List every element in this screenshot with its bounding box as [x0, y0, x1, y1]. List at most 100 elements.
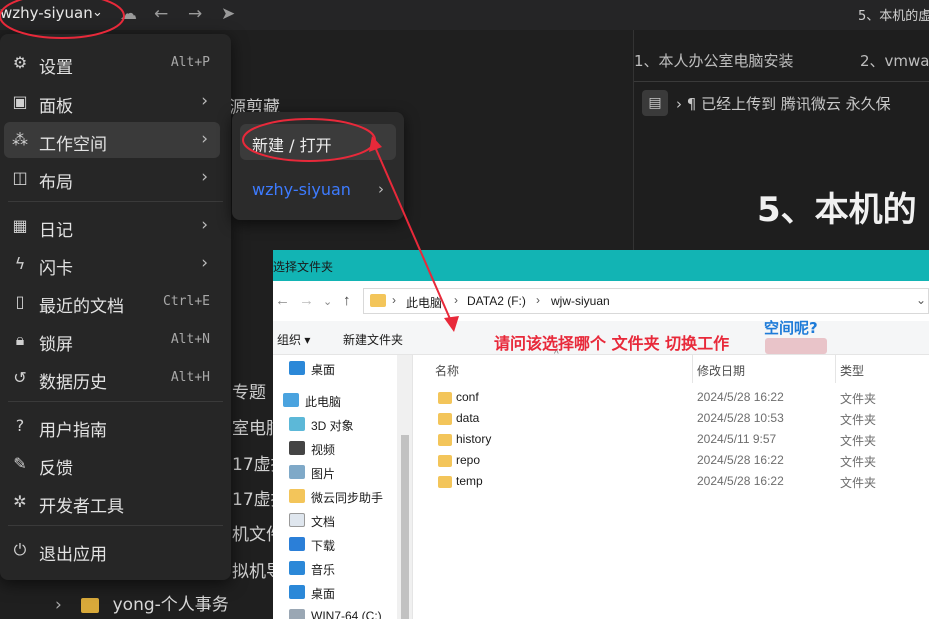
folder-icon — [438, 413, 452, 425]
chevron-right-icon: › — [201, 91, 208, 111]
tree-item-text: 专题 — [232, 383, 266, 403]
file-name: repo — [456, 453, 481, 467]
gear-icon: ⚙ — [12, 53, 28, 72]
main-menu: ⚙ 设置 Alt+P ▣ 面板 › ⁂ 工作空间 › ◫ 布局 › ▦ 日记 ›… — [0, 34, 231, 580]
bug-icon: ✲ — [13, 492, 27, 511]
menu-item-lock-screen[interactable]: 🔒︎ 锁屏 Alt+N — [4, 322, 220, 358]
annotation-question: 请问该选择哪个 文件夹 切换工作 — [494, 334, 730, 353]
nav-scrollbar-thumb[interactable] — [401, 435, 409, 619]
menu-item-flashcard[interactable]: ϟ 闪卡 › — [4, 246, 220, 282]
workspace-icon: ⁂ — [12, 130, 28, 149]
cube-icon — [289, 417, 305, 431]
dialog-title-bar: 选择文件夹 — [273, 250, 929, 281]
folder-icon — [289, 489, 305, 503]
chevron-right-icon[interactable]: › — [55, 595, 62, 615]
file-list: ^ 名称 修改日期 类型 conf 2024/5/28 16:22 文件夹 da… — [414, 349, 929, 619]
menu-item-recent-docs[interactable]: ▯ 最近的文档 Ctrl+E — [4, 284, 220, 320]
column-divider[interactable] — [835, 355, 836, 383]
new-open-workspace-button[interactable]: 新建 / 打开 — [240, 124, 396, 160]
menu-item-dev-tools[interactable]: ✲ 开发者工具 — [4, 484, 220, 520]
music-icon — [289, 561, 305, 575]
menu-item-label: 反馈 — [39, 459, 73, 479]
up-icon[interactable]: ↑ — [343, 292, 351, 309]
chevron-right-icon: › — [378, 180, 384, 198]
file-name: history — [456, 432, 492, 446]
chevron-right-icon: › — [201, 167, 208, 187]
chevron-right-icon: › — [392, 293, 396, 307]
send-icon[interactable]: ➤ — [221, 4, 235, 24]
nav-item-label: 文档 — [311, 515, 336, 529]
menu-item-data-history[interactable]: ↺ 数据历史 Alt+H — [4, 360, 220, 396]
folder-icon — [438, 392, 452, 404]
dialog-nav-bar: ← → ⌄ ↑ › 此电脑 › DATA2 (F:) › wjw-siyuan … — [273, 281, 929, 321]
chevron-right-icon: › — [454, 293, 458, 307]
new-folder-button[interactable]: 新建文件夹 — [343, 331, 403, 348]
workspace-name[interactable]: wzhy-siyuan — [0, 4, 93, 22]
file-name: conf — [456, 390, 479, 404]
file-row[interactable]: repo 2024/5/28 16:22 文件夹 — [434, 450, 914, 471]
file-date: 2024/5/28 16:22 — [697, 390, 784, 404]
calendar-icon: ▦ — [12, 216, 28, 235]
address-bar[interactable]: › 此电脑 › DATA2 (F:) › wjw-siyuan ⌄ — [363, 288, 929, 314]
path-segment[interactable]: 此电脑 — [406, 294, 442, 311]
lock-icon: 🔒︎ — [15, 330, 25, 349]
menu-item-panel[interactable]: ▣ 面板 › — [4, 84, 220, 120]
document-icon[interactable]: ▤ — [642, 90, 668, 116]
computer-icon — [283, 393, 299, 407]
tree-item[interactable]: › yong-个人事务 — [55, 590, 229, 615]
column-header-name[interactable]: 名称 — [435, 362, 459, 379]
menu-item-diary[interactable]: ▦ 日记 › — [4, 208, 220, 244]
column-header-date[interactable]: 修改日期 — [697, 362, 745, 379]
navigation-pane: 桌面 此电脑 3D 对象 视频 图片 微云同步助手 文档 下载 音乐 桌面 WI… — [273, 355, 413, 619]
file-row[interactable]: data 2024/5/28 10:53 文件夹 — [434, 408, 914, 429]
cloud-icon[interactable]: ☁ — [120, 4, 137, 24]
path-segment[interactable]: wjw-siyuan — [551, 294, 610, 308]
file-date: 2024/5/28 10:53 — [697, 411, 784, 425]
chevron-down-icon[interactable]: ⌄ — [92, 5, 103, 20]
menu-item-label: 数据历史 — [39, 373, 107, 393]
history-icon: ↺ — [13, 368, 27, 387]
column-header-type[interactable]: 类型 — [840, 362, 864, 379]
column-divider[interactable] — [692, 355, 693, 383]
workspace-entry-label: wzhy-siyuan — [252, 180, 351, 199]
editor-tab-bar: 1、本人办公室电脑安装 2、vmware — [634, 38, 929, 82]
menu-item-layout[interactable]: ◫ 布局 › — [4, 160, 220, 196]
menu-item-workspace[interactable]: ⁂ 工作空间 › — [4, 122, 220, 158]
file-type: 文件夹 — [840, 476, 877, 490]
chevron-down-icon[interactable]: ⌄ — [323, 295, 332, 308]
path-segment[interactable]: DATA2 (F:) — [467, 294, 526, 308]
menu-item-feedback[interactable]: ✎ 反馈 — [4, 446, 220, 482]
editor-tab[interactable]: 2、vmware — [860, 50, 929, 71]
drive-icon — [289, 609, 305, 619]
tree-item-label: yong-个人事务 — [112, 595, 229, 615]
chevron-right-icon: › — [201, 253, 208, 273]
forward-icon[interactable]: → — [299, 292, 314, 309]
folder-icon — [438, 455, 452, 467]
forward-icon[interactable]: → — [188, 4, 202, 24]
nav-item-label: 桌面 — [311, 587, 336, 601]
workspace-entry[interactable]: wzhy-siyuan › — [240, 174, 396, 208]
file-name: temp — [456, 474, 483, 488]
organize-button[interactable]: 组织 ▾ — [277, 331, 310, 348]
back-icon[interactable]: ← — [275, 292, 290, 309]
file-type: 文件夹 — [840, 434, 877, 448]
file-row[interactable]: history 2024/5/11 9:57 文件夹 — [434, 429, 914, 450]
file-type: 文件夹 — [840, 413, 877, 427]
file-row[interactable]: temp 2024/5/28 16:22 文件夹 — [434, 471, 914, 492]
menu-item-exit[interactable]: ⏻ 退出应用 — [4, 532, 220, 568]
chevron-right-icon: › — [201, 129, 208, 149]
editor-tab[interactable]: 1、本人办公室电脑安装 — [634, 50, 794, 71]
back-icon[interactable]: ← — [154, 4, 168, 24]
menu-item-user-guide[interactable]: ? 用户指南 — [4, 408, 220, 444]
breadcrumb-text[interactable]: › ¶ 已经上传到 腾讯微云 永久保 — [676, 93, 891, 114]
menu-item-label: 闪卡 — [39, 259, 73, 279]
menu-item-shortcut: Alt+H — [170, 370, 210, 385]
menu-item-shortcut: Ctrl+E — [163, 294, 210, 309]
chevron-down-icon[interactable]: ⌄ — [916, 293, 926, 307]
nav-item-label: 3D 对象 — [311, 419, 354, 433]
file-row[interactable]: conf 2024/5/28 16:22 文件夹 — [434, 387, 914, 408]
menu-item-settings[interactable]: ⚙ 设置 Alt+P — [4, 45, 220, 81]
power-icon: ⏻ — [13, 540, 27, 559]
nav-item-label: 微云同步助手 — [311, 491, 384, 505]
panel-icon: ▣ — [12, 92, 28, 111]
